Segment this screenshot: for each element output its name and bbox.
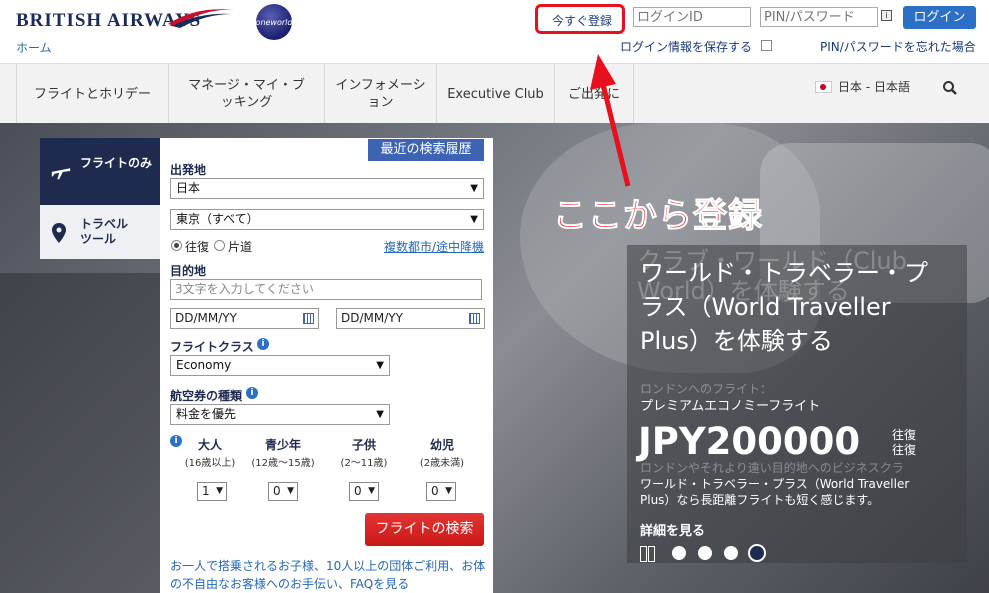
main-nav: フライトとホリデー マネージ・マイ・ブッキング インフォメーション Execut… [0,63,989,124]
destination-label: 目的地 [170,264,207,278]
nav-information[interactable]: インフォメーション [324,64,436,124]
promo-subtitle: プレミアムエコノミーフライト [640,399,821,414]
origin-country-select[interactable]: 日本 ▼ [170,178,484,199]
nav-flights-holidays[interactable]: フライトとホリデー [16,64,168,124]
depart-date-input[interactable]: DD/MM/YY [170,308,319,329]
nav-executive-club[interactable]: Executive Club [436,64,554,124]
fare-value: 料金を優先 [176,407,237,421]
infant-count-select[interactable]: 0 ▼ [426,482,456,501]
pause-icon[interactable] [638,546,656,562]
infant-count: 0 [431,484,439,498]
caret-icon: ▼ [470,183,478,194]
youth-label: 青少年 [264,438,301,452]
home-link[interactable]: ホーム [16,39,52,56]
language-label: 日本 - 日本語 [838,80,910,94]
japan-flag-icon [815,80,832,93]
pin-icon [52,223,66,243]
annotation-arrow-icon [590,54,631,187]
caret-icon: ▼ [368,486,375,496]
help-links[interactable]: お一人で搭乗されるお子様、10人以上の団体ご利用、お体の不自由なお客様へのお手伝… [170,557,490,593]
child-label: 子供 [351,438,376,452]
round-trip-label: 往復 [185,240,210,254]
promo-title: ワールド・トラベラー・プラス（World Traveller Plus）を体験す… [640,259,928,355]
promo-per-2: 往復 [892,443,917,457]
fare-label: 航空券の種類 [170,389,243,403]
register-link[interactable]: 今すぐ登録 [552,12,612,29]
carousel-dot-4[interactable] [748,544,766,562]
forgot-pin-link[interactable]: PIN/パスワードを忘れた場合 [820,38,976,55]
origin-city-select[interactable]: 東京（すべて） ▼ [170,209,484,230]
caret-icon: ▼ [376,360,384,371]
plane-icon [51,168,71,180]
class-label: フライトクラス [170,340,254,354]
child-count-select[interactable]: 0 ▼ [349,482,379,501]
tab-flight-only[interactable]: フライトのみ [40,138,168,205]
login-id-input[interactable] [633,7,751,27]
tab-travel-label: トラベルツール [80,217,129,246]
adult-label: 大人 [197,438,222,452]
class-select[interactable]: Economy ▼ [170,355,390,376]
carousel-dot-3[interactable] [724,546,738,560]
language-selector[interactable]: 日本 - 日本語 [815,78,910,95]
caret-icon: ▼ [470,214,478,225]
class-value: Economy [176,358,232,372]
destination-input[interactable]: 3文字を入力してください [170,279,482,300]
promo-price-unit: 往復 往復 [892,428,916,458]
return-date-input[interactable]: DD/MM/YY [336,308,485,329]
youth-age: (12歳～15歳) [251,458,315,469]
one-way-label: 片道 [228,240,253,254]
speedmarque-icon [168,9,234,28]
pin-info-icon[interactable]: i [881,10,892,21]
return-date-value: DD/MM/YY [341,311,403,325]
search-icon[interactable] [942,80,958,96]
origin-city-value: 東京（すべて） [176,212,259,226]
promo-description: ワールド・トラベラー・プラス（World Traveller Plus）なら長距… [640,477,910,507]
depart-date-value: DD/MM/YY [175,311,237,325]
carousel-dot-2[interactable] [698,546,712,560]
one-way-radio[interactable] [214,240,225,251]
infant-label: 幼児 [429,438,454,452]
promo-price: JPY200000 [638,420,861,463]
nav-manage-booking[interactable]: マネージ・マイ・ブッキング [168,64,324,124]
tab-travel-tools[interactable]: トラベルツール [40,205,160,259]
caret-icon: ▼ [216,486,223,496]
ba-logo[interactable]: BRITISH AIRWAYS [16,9,234,32]
recent-searches-button[interactable]: 最近の検索履歴 [368,139,484,161]
child-count: 0 [354,484,362,498]
pin-input[interactable] [760,7,878,27]
promo-ghost-desc: ロンドンやそれより遠い目的地へのビジネスクラ [640,461,904,475]
multi-city-link[interactable]: 複数都市/途中降機 [384,238,484,255]
round-trip-radio[interactable] [171,240,182,251]
annotation-text: ここから登録 [553,196,763,237]
class-info-icon[interactable]: i [257,338,269,350]
caret-icon: ▼ [445,486,452,496]
site-header: BRITISH AIRWAYS ホーム oneworld 今すぐ登録 i ログイ… [0,0,989,63]
youth-count: 0 [273,484,281,498]
login-button[interactable]: ログイン [903,6,976,29]
youth-count-select[interactable]: 0 ▼ [268,482,298,501]
origin-label: 出発地 [170,163,207,177]
child-age: (2～11歳) [340,458,388,469]
promo-more-link[interactable]: 詳細を見る [640,520,705,539]
oneworld-logo[interactable]: oneworld [256,4,292,40]
origin-country-value: 日本 [176,181,201,195]
tab-flight-label: フライトのみ [80,156,153,170]
adult-count-select[interactable]: 1 ▼ [197,482,227,501]
fare-select[interactable]: 料金を優先 ▼ [170,404,390,425]
carousel-dot-1[interactable] [672,546,686,560]
adult-count: 1 [202,484,210,498]
calendar-icon[interactable] [469,313,480,324]
save-login-checkbox[interactable] [761,40,772,51]
caret-icon: ▼ [287,486,294,496]
fare-info-icon[interactable]: i [246,387,258,399]
adult-age: (16歳以上) [184,458,236,469]
infant-age: (2歳未満) [419,458,465,469]
search-flights-button[interactable]: フライトの検索 [365,513,484,546]
promo-per-1: 往復 [892,428,917,442]
caret-icon: ▼ [376,409,384,420]
calendar-icon[interactable] [303,313,314,324]
